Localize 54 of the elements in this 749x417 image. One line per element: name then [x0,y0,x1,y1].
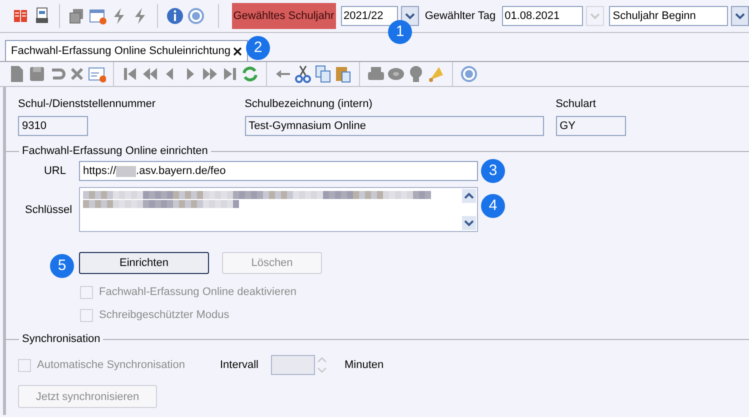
first-icon[interactable] [121,65,139,83]
refresh-icon[interactable] [241,65,259,83]
field-label: Schulbezeichnung (intern) [244,97,374,111]
section-title: Fachwahl-Erfassung Online einrichten [21,144,209,158]
url-field[interactable]: https:// .asv.bayern.de/feo [79,161,478,181]
fast-forward-icon[interactable] [201,65,219,83]
scissors-icon[interactable] [294,65,312,83]
delete-icon[interactable] [68,65,86,83]
tab[interactable]: Fachwahl-Erfassung Online Schuleinrichtung [5,40,248,61]
last-icon[interactable] [221,65,239,83]
key-field[interactable] [79,187,478,232]
field-label: Schulart [556,97,597,111]
day-label: Gewählter Tag [424,9,496,23]
school-year-field[interactable]: 2021/22 [340,6,398,26]
squares-icon[interactable] [68,7,86,25]
ledger-icon[interactable] [33,7,51,25]
day-field[interactable]: 01.08.2021 [502,6,583,26]
book-icon[interactable] [12,7,30,25]
action-button[interactable]: Einrichten [79,252,209,274]
callout-badge: 3 [481,159,505,183]
bulb-icon[interactable] [407,65,425,83]
text-field[interactable]: GY [556,116,626,136]
scroll-down-icon[interactable] [462,216,476,230]
interval-label: Intervall [220,358,258,372]
section-title: Synchronisation [21,332,102,346]
document-icon[interactable] [8,65,26,83]
scroll-up-icon[interactable] [462,189,476,203]
checkbox-label: Automatische Synchronisation [37,358,185,372]
form-icon[interactable] [88,65,106,83]
save-icon[interactable] [28,65,46,83]
interval-spinner[interactable] [270,355,328,375]
day-mode-field[interactable]: Schuljahr Beginn [608,6,728,26]
unit-label: Minuten [344,358,384,372]
spinner-arrows-icon[interactable] [314,355,328,375]
field-label: Schul-/Dienststellennummer [18,97,156,111]
rewind-icon[interactable] [141,65,159,83]
school-year-label: Gewähltes Schuljahr [232,3,336,29]
callout-badge: 4 [481,194,505,218]
url-label: URL [42,164,67,178]
checkbox-label: Fachwahl-Erfassung Online deaktivieren [99,285,296,299]
callout-badge: 5 [50,254,74,278]
info-icon[interactable] [166,7,184,25]
printer-icon[interactable] [367,65,385,83]
callout-badge: 2 [246,36,270,60]
key-label: Schlüssel [24,202,74,216]
paste-icon[interactable] [334,65,352,83]
copy-icon[interactable] [314,65,332,83]
text-field[interactable]: Test-Gymnasium Online [244,116,544,136]
close-icon[interactable] [232,46,242,56]
disc-icon[interactable] [387,65,405,83]
window-icon[interactable] [88,7,107,25]
callout-badge: 1 [388,20,412,44]
checkbox-label: Schreibgeschützter Modus [99,308,230,322]
text-field[interactable]: 9310 [18,116,88,136]
